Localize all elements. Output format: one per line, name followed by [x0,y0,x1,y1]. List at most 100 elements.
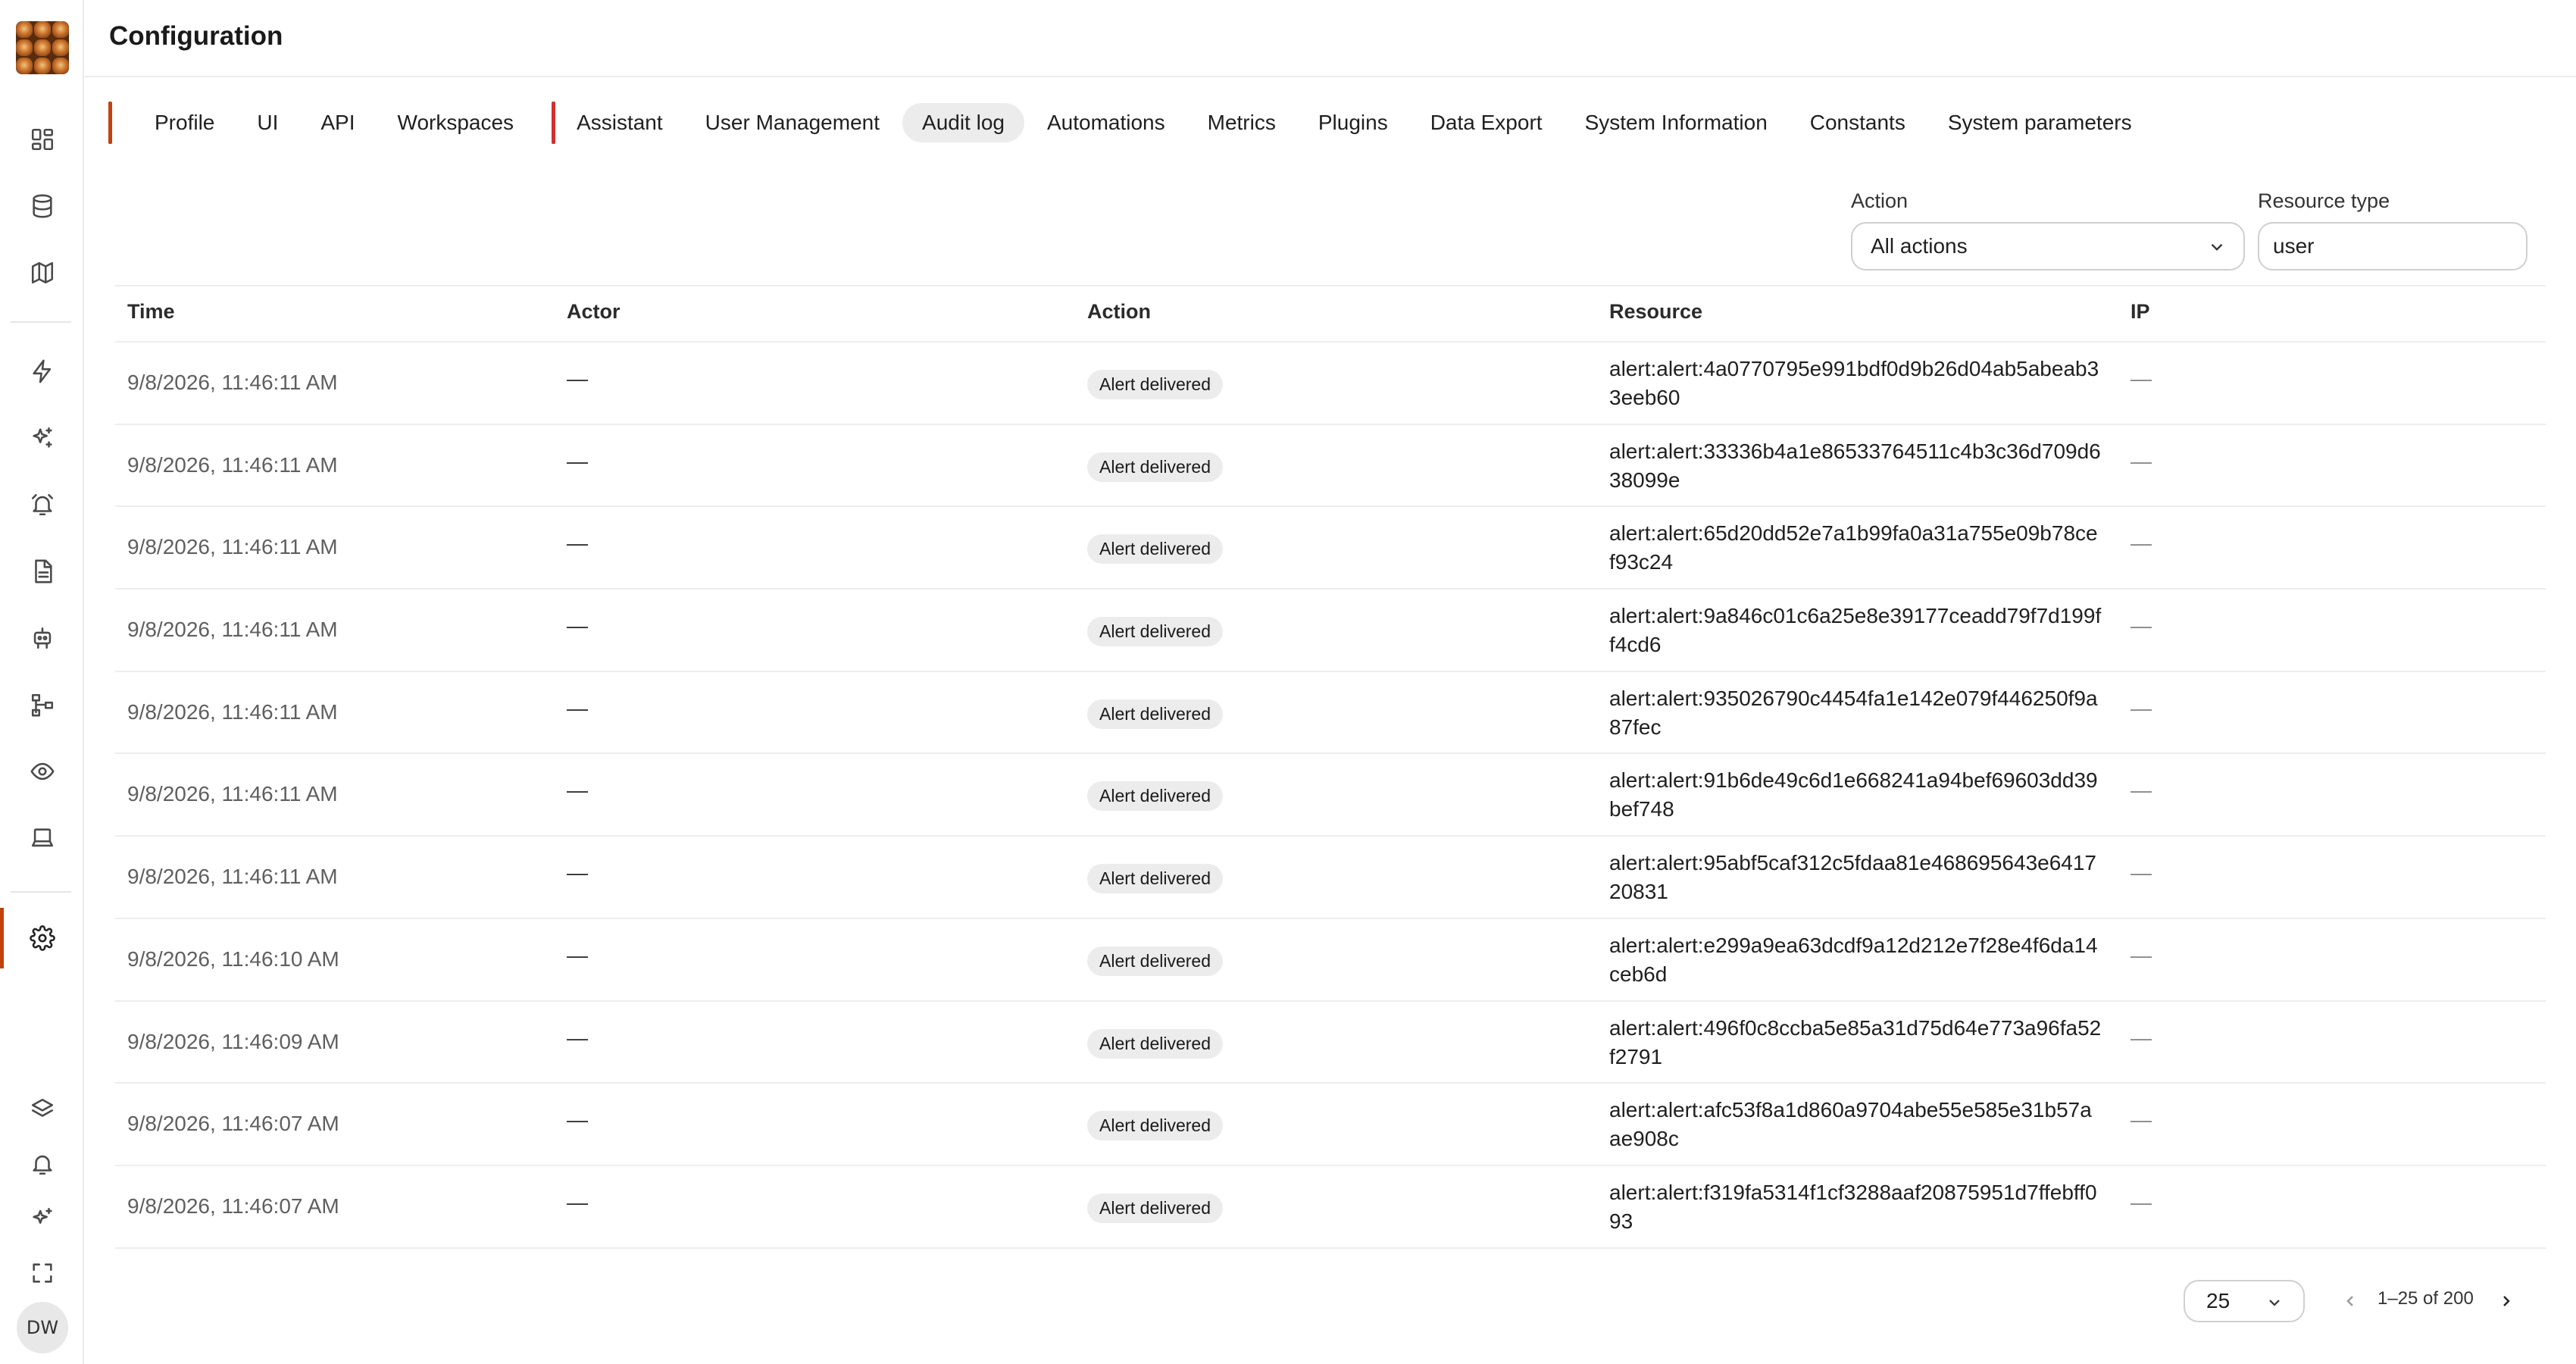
tab-group-divider [552,102,556,144]
cell-actor: — [567,1025,588,1050]
tab-ui[interactable]: UI [237,103,298,142]
action-badge: Alert delivered [1087,699,1224,729]
cell-time: 9/8/2026, 11:46:09 AM [127,1029,339,1053]
tab-assistant[interactable]: Assistant [577,103,683,142]
fullscreen-icon[interactable] [26,1256,59,1290]
table-row[interactable]: 9/8/2026, 11:46:09 AM — Alert delivered ale… [115,1002,2546,1084]
table-row[interactable]: 9/8/2026, 11:46:10 AM — Alert delivered ale… [115,919,2546,1002]
chevron-down-icon [2265,1293,2284,1311]
cell-time: 9/8/2026, 11:46:07 AM [127,1112,339,1136]
tab-constants[interactable]: Constants [1790,103,1925,142]
action-filter-select[interactable]: All actions [1851,222,2245,271]
cell-resource: alert:alert:9a846c01c6a25e8e39177ceadd79… [1609,604,2102,657]
cell-time: 9/8/2026, 11:46:11 AM [127,865,338,889]
alarm-icon[interactable] [26,488,59,521]
table-row[interactable]: 9/8/2026, 11:46:11 AM — Alert delivered ale… [115,507,2546,590]
eye-icon[interactable] [26,755,59,788]
table-row[interactable]: 9/8/2026, 11:46:11 AM — Alert delivered ale… [115,754,2546,837]
database-icon[interactable] [26,189,59,223]
tab-metrics[interactable]: Metrics [1188,103,1296,142]
action-badge: Alert delivered [1087,1111,1224,1141]
cell-actor: — [567,943,588,967]
sidebar: DW [0,0,84,1364]
resource-type-input[interactable] [2258,222,2528,271]
tab-user-management[interactable]: User Management [686,103,899,142]
column-header-resource[interactable]: Resource [1609,300,1702,324]
resource-type-label: Resource type [2258,189,2390,212]
action-badge: Alert delivered [1087,864,1224,894]
column-header-ip[interactable]: IP [2131,300,2150,324]
tab-plugins[interactable]: Plugins [1299,103,1408,142]
cell-ip: — [2131,778,2152,802]
tab-api[interactable]: API [301,103,374,142]
cell-ip: — [2131,1025,2152,1050]
cell-actor: — [567,449,588,473]
cell-actor: — [567,1108,588,1132]
cell-action: Alert delivered [1087,781,1224,812]
table-row[interactable]: 9/8/2026, 11:46:11 AM — Alert delivered ale… [115,837,2546,919]
dashboard-icon[interactable] [26,123,59,156]
top-header: Configuration [85,0,2576,77]
audit-log-table: Time Actor Action Resource IP 9/8/2026, … [115,285,2546,1272]
table-header: Time Actor Action Resource IP [115,285,2546,343]
cell-ip: — [2131,861,2152,885]
action-badge: Alert delivered [1087,370,1224,399]
map-icon[interactable] [26,256,59,289]
cell-action: Alert delivered [1087,946,1224,976]
robot-icon[interactable] [26,621,59,655]
table-row[interactable]: 9/8/2026, 11:46:11 AM — Alert delivered ale… [115,590,2546,672]
action-badge: Alert delivered [1087,617,1224,647]
cell-time: 9/8/2026, 11:46:11 AM [127,371,338,394]
sidebar-divider [11,321,71,323]
hierarchy-icon[interactable] [26,688,59,721]
cell-action: Alert delivered [1087,699,1224,729]
action-badge: Alert delivered [1087,781,1224,812]
app-logo[interactable] [16,21,69,74]
action-badge: Alert delivered [1087,1193,1224,1223]
column-header-time[interactable]: Time [127,300,175,324]
column-header-action[interactable]: Action [1087,300,1151,324]
next-page-button[interactable] [2491,1286,2521,1316]
table-row[interactable]: 9/8/2026, 11:46:07 AM — Alert delivered ale… [115,1084,2546,1166]
tab-audit-log[interactable]: Audit log [902,103,1024,142]
tab-profile[interactable]: Profile [135,103,234,142]
tab-data-export[interactable]: Data Export [1411,103,1562,142]
active-indicator [0,908,4,968]
table-row[interactable]: 9/8/2026, 11:46:07 AM — Alert delivered ale… [115,1166,2546,1249]
sparkles-icon[interactable] [26,421,59,455]
gear-icon[interactable] [26,921,59,955]
lightning-icon[interactable] [26,355,59,388]
action-badge: Alert delivered [1087,946,1224,976]
table-row[interactable]: 9/8/2026, 11:46:11 AM — Alert delivered ale… [115,672,2546,755]
cell-resource: alert:alert:afc53f8a1d860a9704abe55e585e… [1609,1098,2092,1151]
document-icon[interactable] [26,555,59,588]
column-header-actor[interactable]: Actor [567,300,621,324]
cell-ip: — [2131,696,2152,720]
cell-ip: — [2131,367,2152,390]
cell-actor: — [567,367,588,390]
cell-action: Alert delivered [1087,864,1224,894]
cell-ip: — [2131,614,2152,638]
layers-icon[interactable] [26,1093,59,1126]
action-badge: Alert delivered [1087,534,1224,565]
table-row[interactable]: 9/8/2026, 11:46:11 AM — Alert delivered ale… [115,343,2546,425]
chevron-left-icon [2346,1296,2353,1306]
tab-automations[interactable]: Automations [1027,103,1185,142]
cell-actor: — [567,614,588,638]
tab-workspaces[interactable]: Workspaces [378,103,534,142]
page-size-select[interactable]: 25 [2184,1280,2305,1322]
cell-actor: — [567,778,588,802]
cell-resource: alert:alert:935026790c4454fa1e142e079f44… [1609,686,2098,739]
bell-icon[interactable] [26,1147,59,1181]
cell-actor: — [567,531,588,555]
previous-page-button[interactable] [2335,1286,2365,1316]
sparkles-small-icon[interactable] [26,1202,59,1235]
cell-action: Alert delivered [1087,1028,1224,1059]
laptop-icon[interactable] [26,821,59,855]
cell-action: Alert delivered [1087,370,1224,399]
avatar[interactable]: DW [17,1302,68,1353]
table-row[interactable]: 9/8/2026, 11:46:11 AM — Alert delivered ale… [115,425,2546,508]
tab-system-information[interactable]: System Information [1565,103,1787,142]
tab-system-parameters[interactable]: System parameters [1928,103,2152,142]
cell-resource: alert:alert:95abf5caf312c5fdaa81e4686956… [1609,851,2097,904]
